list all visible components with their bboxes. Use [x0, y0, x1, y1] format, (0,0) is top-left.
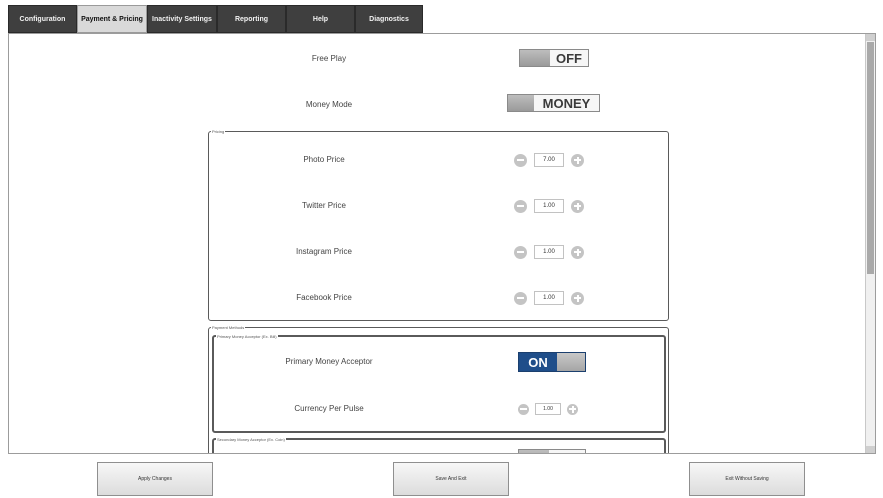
tab-bar: Configuration Payment & Pricing Inactivi… [0, 0, 883, 33]
twitter-price-label: Twitter Price [301, 201, 346, 210]
facebook-price-stepper: 1.00 [514, 290, 584, 306]
payment-methods-group: Payment Methods Primary Money Acceptor (… [208, 325, 669, 453]
twitter-price-stepper: 1.00 [514, 198, 584, 214]
increment-icon[interactable] [571, 245, 584, 259]
tab-inactivity-settings[interactable]: Inactivity Settings [147, 5, 217, 33]
secondary-acceptor-value [549, 450, 585, 453]
scroll-down-icon[interactable] [866, 446, 875, 453]
facebook-price-value[interactable]: 1.00 [534, 291, 564, 305]
money-mode-value: MONEY [534, 95, 599, 111]
payment-methods-legend: Payment Methods [211, 325, 246, 330]
increment-icon[interactable] [571, 199, 584, 213]
decrement-icon[interactable] [514, 291, 527, 305]
pricing-group: Pricing Photo Price 7.00 Twitter Price 1… [208, 129, 669, 321]
instagram-price-value[interactable]: 1.00 [534, 245, 564, 259]
photo-price-value[interactable]: 7.00 [534, 153, 564, 167]
settings-panel: Free Play OFF Money Mode MONEY Pricing P… [8, 33, 876, 454]
toggle-knob [557, 353, 585, 371]
instagram-price-label: Instagram Price [295, 247, 353, 256]
increment-icon[interactable] [571, 291, 584, 305]
primary-acceptor-label: Primary Money Acceptor [285, 357, 373, 366]
photo-price-label: Photo Price [303, 155, 345, 164]
free-play-value: OFF [550, 50, 588, 66]
tab-configuration[interactable]: Configuration [8, 5, 77, 33]
toggle-knob [508, 95, 534, 111]
increment-icon[interactable] [571, 153, 584, 167]
scroll-thumb[interactable] [867, 42, 874, 274]
pricing-legend: Pricing [211, 129, 226, 134]
exit-without-saving-button[interactable]: Exit Without Saving [689, 462, 805, 496]
tab-diagnostics[interactable]: Diagnostics [355, 5, 423, 33]
decrement-icon[interactable] [514, 199, 527, 213]
decrement-icon[interactable] [514, 153, 527, 167]
scroll-up-icon[interactable] [866, 34, 875, 41]
currency-per-pulse-stepper: 1.00 [518, 401, 578, 417]
toggle-knob [520, 50, 550, 66]
free-play-label: Free Play [311, 54, 347, 63]
money-mode-toggle[interactable]: MONEY [507, 94, 600, 112]
free-play-toggle[interactable]: OFF [519, 49, 589, 67]
photo-price-stepper: 7.00 [514, 152, 584, 168]
scrollbar[interactable] [865, 34, 875, 453]
tab-reporting[interactable]: Reporting [217, 5, 286, 33]
twitter-price-value[interactable]: 1.00 [534, 199, 564, 213]
primary-acceptor-value: ON [519, 353, 557, 371]
currency-per-pulse-value[interactable]: 1.00 [535, 403, 561, 415]
tab-payment-pricing[interactable]: Payment & Pricing [77, 5, 147, 33]
facebook-price-label: Facebook Price [296, 293, 352, 302]
primary-acceptor-toggle[interactable]: ON [518, 352, 586, 372]
secondary-acceptor-group: Secondary Money Acceptor (Ex. Coin) [212, 437, 666, 453]
decrement-icon[interactable] [518, 403, 529, 415]
secondary-acceptor-legend: Secondary Money Acceptor (Ex. Coin) [216, 437, 286, 442]
currency-per-pulse-label: Currency Per Pulse [294, 404, 364, 413]
tab-help[interactable]: Help [286, 5, 355, 33]
apply-changes-button[interactable]: Apply Changes [97, 462, 213, 496]
instagram-price-stepper: 1.00 [514, 244, 584, 260]
secondary-acceptor-toggle[interactable] [518, 449, 586, 453]
primary-acceptor-group: Primary Money Acceptor (Ex. Bill) Primar… [212, 334, 666, 433]
increment-icon[interactable] [567, 403, 578, 415]
primary-acceptor-legend: Primary Money Acceptor (Ex. Bill) [216, 334, 278, 339]
money-mode-label: Money Mode [305, 100, 353, 109]
toggle-knob [519, 450, 549, 453]
decrement-icon[interactable] [514, 245, 527, 259]
save-and-exit-button[interactable]: Save And Exit [393, 462, 509, 496]
